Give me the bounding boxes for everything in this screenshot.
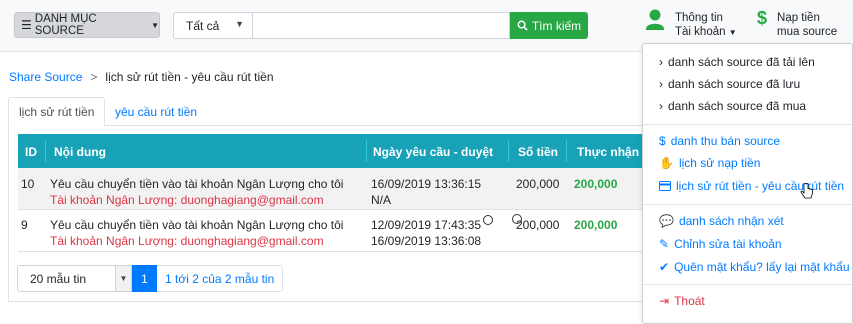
menu-item-withdraw-history[interactable]: lịch sử rút tiền - yêu cầu rút tiền xyxy=(659,179,844,193)
breadcrumb: Share Source > lịch sử rút tiền - yêu cầu … xyxy=(9,70,274,84)
menu-item-logout[interactable]: ⇥ Thoát xyxy=(659,294,705,308)
table-row: 10 Yêu cầu chuyển tiền vào tài khoản Ngâ… xyxy=(18,168,668,210)
search-category-select[interactable]: Tất cả ▼ xyxy=(173,12,253,39)
user-icon xyxy=(646,9,664,30)
column-divider xyxy=(566,140,567,162)
column-header-date: Ngày yêu cầu - duyệt xyxy=(373,145,494,159)
column-header-received: Thực nhận xyxy=(577,145,640,159)
dollar-icon: $ xyxy=(659,134,666,148)
menu-item-edit-account[interactable]: ✎ Chỉnh sửa tài khoản xyxy=(659,237,782,251)
menu-divider xyxy=(643,124,852,125)
row-amount: 200,000 xyxy=(516,177,560,191)
pagination-info: 1 tới 2 của 2 mẫu tin xyxy=(157,265,284,292)
column-divider xyxy=(508,140,509,162)
sign-out-icon: ⇥ xyxy=(659,294,670,308)
breadcrumb-home-link[interactable]: Share Source xyxy=(9,70,82,84)
tab-withdraw-history[interactable]: lịch sử rút tiền xyxy=(8,97,106,126)
category-button-label: DANH MỤC SOURCE xyxy=(34,13,97,37)
menu-item-label: Thoát xyxy=(674,294,705,308)
menu-item-deposit-history[interactable]: ✋ lịch sử nạp tiền xyxy=(659,156,760,170)
menu-item-comments[interactable]: 💬 danh sách nhận xét xyxy=(659,214,784,228)
pagination: 20 mẫu tin ▼ 1 1 tới 2 của 2 mẫu tin xyxy=(17,265,284,292)
search-button[interactable]: Tìm kiếm xyxy=(510,12,588,39)
column-header-id: ID xyxy=(25,145,37,159)
row-date-request: 16/09/2019 13:36:15 xyxy=(371,177,482,191)
deposit-label-line1: Nạp tiền xyxy=(777,12,820,24)
account-menu-toggle[interactable]: Thông tin Tài khoản ▼ xyxy=(645,8,737,40)
account-label-line1: Thông tin xyxy=(675,12,723,24)
row-amount: 200,000 xyxy=(516,218,560,232)
row-account-email: duonghagiang@gmail.com xyxy=(180,234,324,248)
list-icon: ☰ xyxy=(21,18,32,32)
per-page-select[interactable]: 20 mẫu tin xyxy=(17,265,116,292)
comment-icon: 💬 xyxy=(659,214,674,228)
column-divider xyxy=(366,140,367,162)
menu-item-label: danh thu bán source xyxy=(670,134,781,148)
menu-item-uploaded-sources[interactable]: › danh sách source đã tải lên xyxy=(659,55,815,69)
caret-down-icon: ▼ xyxy=(728,28,737,37)
menu-item-label: lịch sử nạp tiền xyxy=(678,156,761,170)
menu-divider xyxy=(643,284,852,285)
check-circle-icon: ✔ xyxy=(659,260,670,274)
row-received: 200,000 xyxy=(574,177,618,191)
search-select-value: Tất cả xyxy=(186,18,220,33)
row-content: Yêu cầu chuyển tiền vào tài khoản Ngân L… xyxy=(50,218,344,232)
column-header-content: Nội dung xyxy=(54,145,106,159)
caret-down-icon: ▼ xyxy=(151,20,159,30)
hand-coin-icon: ✋ xyxy=(659,156,674,170)
row-account-email: duonghagiang@gmail.com xyxy=(180,193,324,207)
account-dropdown-menu: › danh sách source đã tải lên › danh sách … xyxy=(642,43,853,324)
dollar-icon: $ xyxy=(757,8,768,28)
row-date-approve: N/A xyxy=(371,193,392,207)
menu-item-forgot-password[interactable]: ✔ Quên mật khẩu? lấy lại mật khẩu xyxy=(659,260,850,274)
row-id: 10 xyxy=(21,177,35,191)
table-row: 9 Yêu cầu chuyển tiền vào tài khoản Ngân… xyxy=(18,210,668,252)
search-input[interactable] xyxy=(253,12,510,39)
search-icon xyxy=(517,20,528,31)
menu-item-purchased-sources[interactable]: › danh sách source đã mua xyxy=(659,99,806,113)
chevron-right-icon: › xyxy=(659,77,663,91)
menu-item-label: danh sách source đã mua xyxy=(668,99,807,113)
menu-item-label: lịch sử rút tiền - yêu cầu rút tiền xyxy=(676,179,845,193)
row-received: 200,000 xyxy=(574,218,618,232)
row-account-label: Tài khoản Ngân Lượng: xyxy=(50,193,178,207)
column-header-amount: Số tiền xyxy=(518,145,559,159)
account-label-line2: Tài khoản xyxy=(675,26,726,38)
per-page-value: 20 mẫu tin xyxy=(30,271,87,286)
menu-item-label: Chỉnh sửa tài khoản xyxy=(674,237,782,251)
breadcrumb-separator: > xyxy=(90,70,98,84)
menu-item-sales-revenue[interactable]: $ danh thu bán source xyxy=(659,134,780,148)
hand-cursor-icon xyxy=(800,183,813,199)
breadcrumb-current: lịch sử rút tiền - yêu cầu rút tiền xyxy=(105,70,274,84)
menu-item-label: danh sách nhận xét xyxy=(678,214,784,228)
menu-item-saved-sources[interactable]: › danh sách source đã lưu xyxy=(659,77,800,91)
tab-bar: lịch sử rút tiền yêu cầu rút tiền xyxy=(8,97,728,126)
table-header: ID Nội dung Ngày yêu cầu - duyệt Số tiền… xyxy=(18,134,668,168)
credit-card-icon xyxy=(659,181,671,191)
status-circle-icon xyxy=(483,215,493,225)
row-date-approve: 16/09/2019 13:36:08 xyxy=(371,234,482,248)
tab-withdraw-request[interactable]: yêu cầu rút tiền xyxy=(105,97,207,126)
column-divider xyxy=(45,140,46,162)
row-id: 9 xyxy=(21,218,28,232)
menu-divider xyxy=(643,204,852,205)
page-number-button[interactable]: 1 xyxy=(132,265,157,292)
menu-item-label: danh sách source đã lưu xyxy=(668,77,801,91)
edit-icon: ✎ xyxy=(659,237,670,251)
chevron-right-icon: › xyxy=(659,99,663,113)
search-button-label: Tìm kiếm xyxy=(531,18,582,33)
deposit-label-line2: mua source xyxy=(777,26,838,38)
row-content: Yêu cầu chuyển tiền vào tài khoản Ngân L… xyxy=(50,177,344,191)
row-account-label: Tài khoản Ngân Lượng: xyxy=(50,234,178,248)
deposit-link[interactable]: $ Nạp tiền mua source xyxy=(757,8,837,39)
menu-item-label: Quên mật khẩu? lấy lại mật khẩu xyxy=(674,260,850,274)
chevron-down-icon[interactable]: ▼ xyxy=(116,265,132,292)
chevron-down-icon: ▼ xyxy=(235,19,244,29)
search-group: Tất cả ▼ Tìm kiếm xyxy=(173,12,588,39)
menu-item-label: danh sách source đã tải lên xyxy=(668,55,815,69)
category-menu-button[interactable]: ☰ DANH MỤC SOURCE ▼ xyxy=(14,12,160,38)
chevron-right-icon: › xyxy=(659,55,663,69)
row-date-request: 12/09/2019 17:43:35 xyxy=(371,218,482,232)
